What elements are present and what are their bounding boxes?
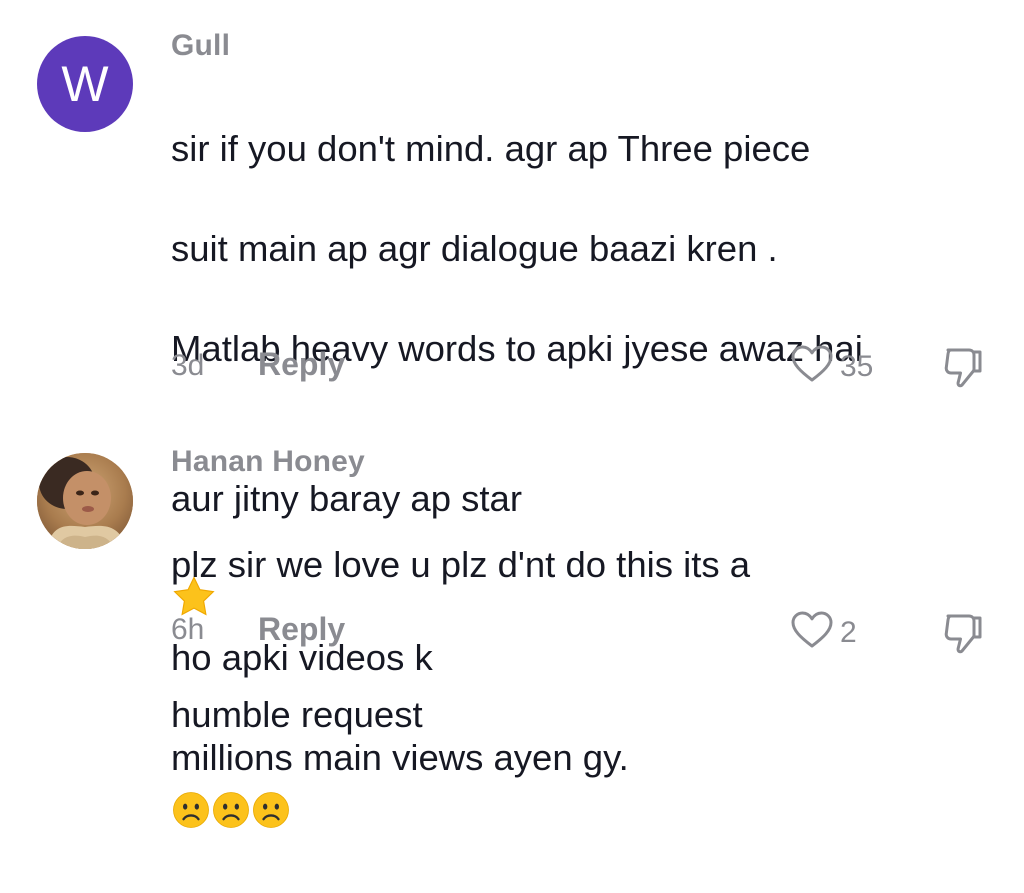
like-button[interactable]: 35 [790, 344, 873, 389]
dislike-button[interactable] [940, 344, 986, 395]
avatar[interactable]: W [37, 36, 133, 132]
comment-username[interactable]: Gull [171, 29, 230, 63]
heart-outline-icon [790, 344, 834, 389]
comment-timestamp: 6h [171, 613, 205, 646]
comment-item: Hanan Honey plz sir we love u plz d'nt d… [0, 420, 1024, 828]
comment-line-part: humble request [171, 694, 423, 735]
reply-button[interactable]: Reply [258, 346, 345, 383]
frowning-face-icon [211, 740, 251, 843]
comment-line: sir if you don't mind. agr ap Three piec… [171, 128, 811, 169]
comment-line: suit main ap agr dialogue baazi kren . [171, 228, 778, 269]
avatar[interactable] [37, 453, 133, 549]
reply-button[interactable]: Reply [258, 611, 345, 648]
like-count: 2 [840, 615, 857, 649]
comment-item: W Gull sir if you don't mind. agr ap Thr… [0, 0, 1024, 778]
frowning-face-icon [251, 740, 291, 843]
like-button[interactable]: 2 [790, 610, 857, 655]
comment-username[interactable]: Hanan Honey [171, 445, 365, 479]
thumbs-down-icon [940, 348, 986, 394]
comment-line: plz sir we love u plz d'nt do this its a [171, 544, 751, 585]
comment-text: plz sir we love u plz d'nt do this its a… [171, 490, 991, 893]
comment-timestamp: 3d [171, 349, 205, 382]
heart-outline-icon [790, 610, 834, 655]
frowning-face-icon [171, 740, 211, 843]
thumbs-down-icon [940, 614, 986, 660]
comment-line: humble request [171, 640, 991, 843]
dislike-button[interactable] [940, 610, 986, 661]
like-count: 35 [840, 349, 874, 383]
